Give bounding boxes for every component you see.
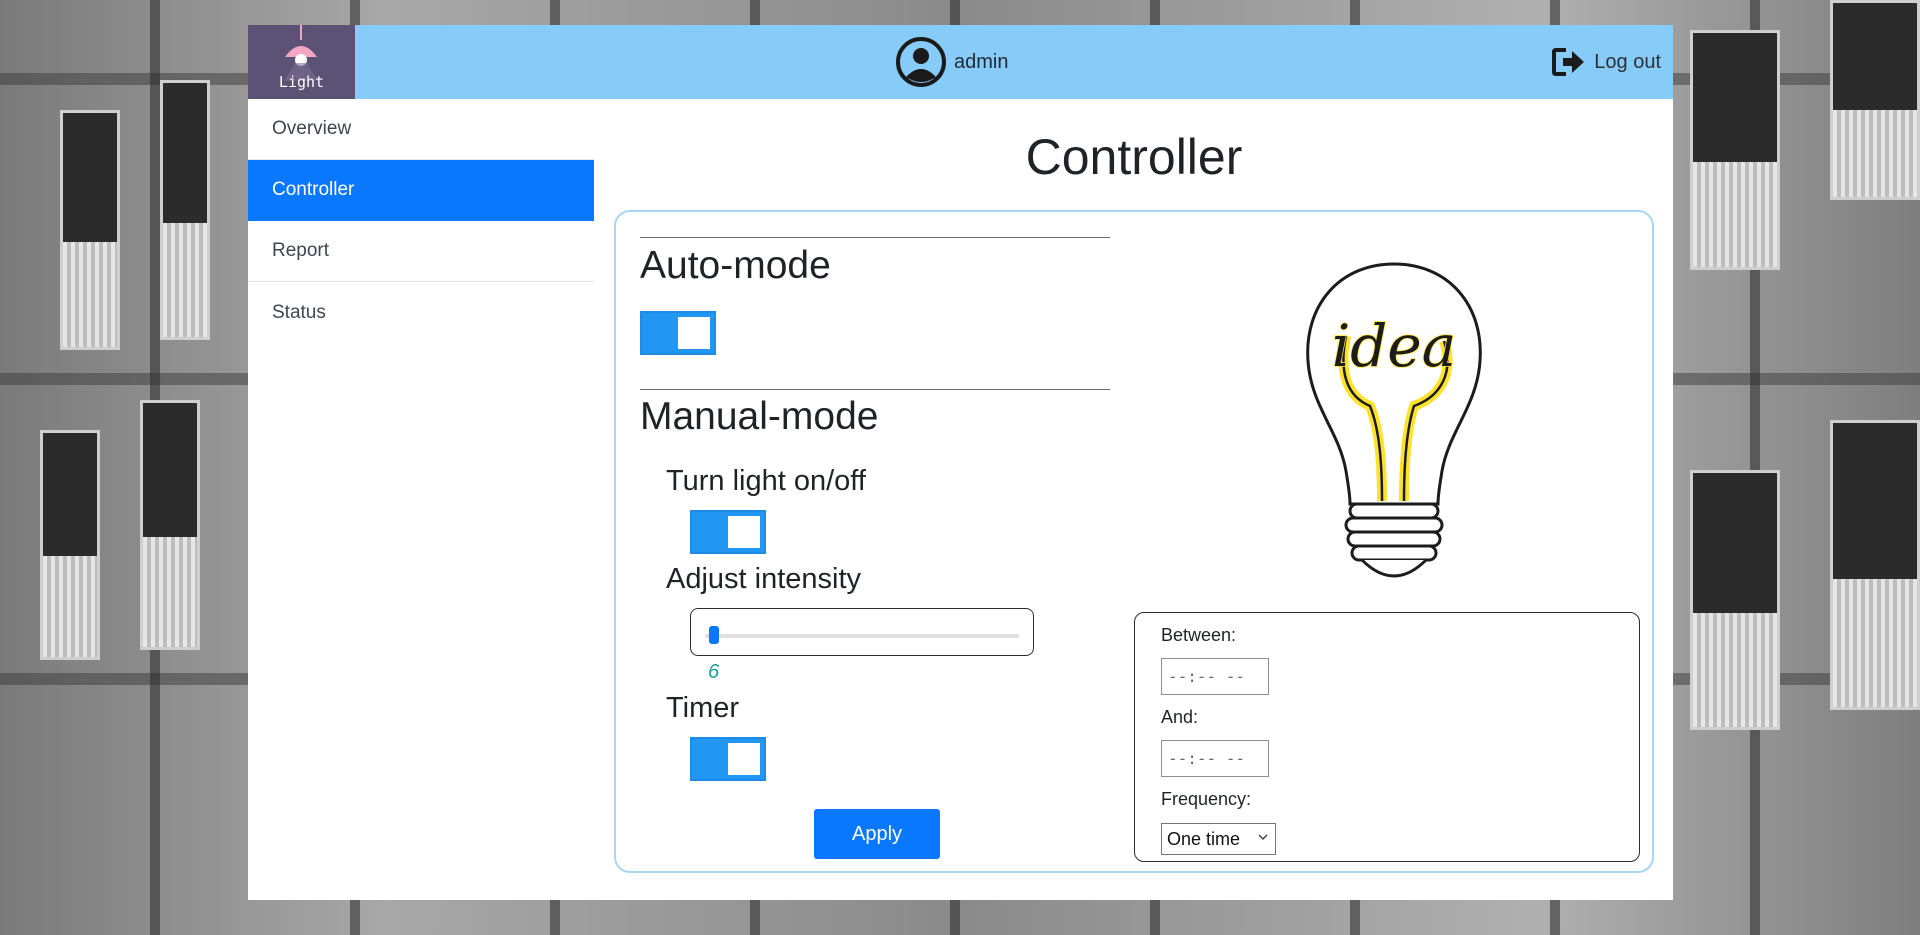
top-bar: Light admin Log out [248,25,1673,99]
sign-out-icon [1552,48,1585,76]
intensity-label: Adjust intensity [666,563,862,595]
sidebar: Overview Controller Report Status [248,99,594,343]
background-window [40,430,100,660]
auto-mode-heading: Auto-mode [640,244,831,287]
logout-button[interactable]: Log out [1552,45,1661,79]
chevron-down-icon [1258,834,1268,840]
background-window [60,110,120,350]
intensity-slider[interactable] [690,608,1034,656]
bulb-text: idea [1332,312,1457,380]
toggle-knob [728,743,760,775]
frequency-select[interactable]: One time [1161,823,1276,855]
divider [640,237,1110,238]
app-logo[interactable]: Light [248,25,355,99]
sidebar-item-overview[interactable]: Overview [248,99,594,160]
between-time-input[interactable]: --:-- -- [1161,658,1269,695]
sidebar-item-report[interactable]: Report [248,221,594,282]
logo-text: Light [278,73,325,91]
background-window [1830,0,1920,200]
timer-toggle[interactable] [690,737,766,781]
frequency-selected-value: One time [1167,828,1241,849]
frequency-label: Frequency: [1161,789,1252,809]
and-label: And: [1161,707,1199,727]
slider-track [705,634,1019,638]
controller-panel: Auto-mode Manual-mode Turn light on/off … [614,210,1654,873]
toggle-knob [728,516,760,548]
logout-label: Log out [1594,50,1661,73]
background-window [140,400,200,650]
manual-mode-heading: Manual-mode [640,395,879,438]
timer-label: Timer [666,692,740,724]
apply-button[interactable]: Apply [814,809,940,859]
user-menu[interactable]: admin [896,37,1008,87]
light-toggle-label: Turn light on/off [666,465,866,497]
sidebar-item-status[interactable]: Status [248,282,594,343]
slider-thumb[interactable] [709,626,719,644]
lightbulb-icon: idea [1306,262,1482,578]
intensity-value: 6 [708,661,720,683]
user-circle-icon [896,37,946,87]
divider [640,389,1110,390]
and-time-input[interactable]: --:-- -- [1161,740,1269,777]
light-toggle[interactable] [690,510,766,554]
sidebar-item-controller[interactable]: Controller [248,160,594,221]
page-title: Controller [1025,129,1243,185]
background-window [1830,420,1920,710]
app-window: Light admin Log out Overview Controller … [248,25,1673,900]
toggle-knob [678,317,710,349]
username: admin [954,50,1009,73]
auto-mode-toggle[interactable] [640,311,716,355]
timer-settings: Between: --:-- -- And: --:-- -- Frequenc… [1134,612,1640,862]
background-window [1690,30,1780,270]
background-window [160,80,210,340]
background-window [1690,470,1780,730]
between-label: Between: [1161,625,1237,645]
